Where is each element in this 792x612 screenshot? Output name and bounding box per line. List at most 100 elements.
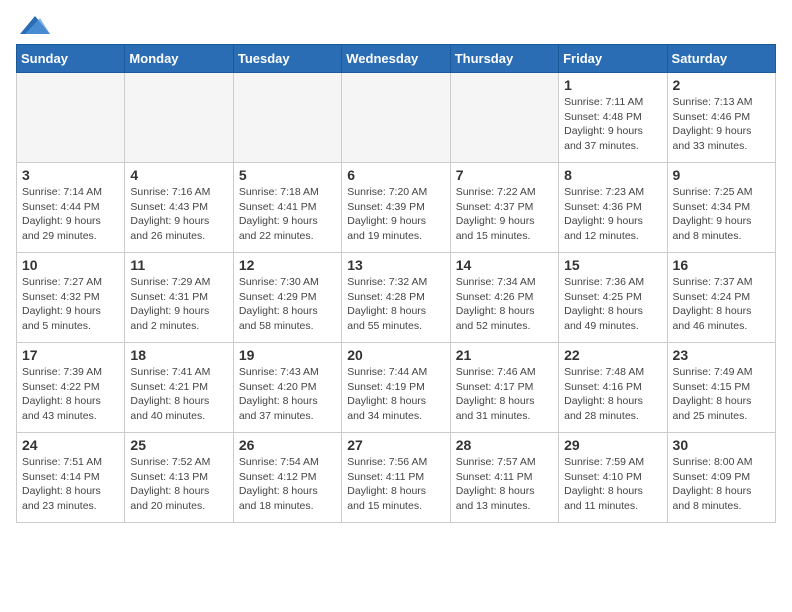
day-number: 21 <box>456 347 553 363</box>
calendar-cell: 8Sunrise: 7:23 AM Sunset: 4:36 PM Daylig… <box>559 163 667 253</box>
day-number: 24 <box>22 437 119 453</box>
weekday-header: Sunday <box>17 45 125 73</box>
calendar-body: 1Sunrise: 7:11 AM Sunset: 4:48 PM Daylig… <box>17 73 776 523</box>
day-number: 3 <box>22 167 119 183</box>
calendar-cell: 25 Sunrise: 7:52 AM Sunset: 4:13 PM Dayli… <box>125 433 233 523</box>
day-number: 14 <box>456 257 553 273</box>
calendar-cell: 3 Sunrise: 7:14 AM Sunset: 4:44 PM Daylig… <box>17 163 125 253</box>
calendar-week-row: 17Sunrise: 7:39 AM Sunset: 4:22 PM Dayli… <box>17 343 776 433</box>
weekday-header: Saturday <box>667 45 775 73</box>
calendar-cell <box>233 73 341 163</box>
day-number: 10 <box>22 257 119 273</box>
calendar-cell: 15Sunrise: 7:36 AM Sunset: 4:25 PM Dayli… <box>559 253 667 343</box>
logo <box>16 16 50 34</box>
day-number: 23 <box>673 347 770 363</box>
day-number: 5 <box>239 167 336 183</box>
day-info: Sunrise: 7:59 AM Sunset: 4:10 PM Dayligh… <box>564 455 661 514</box>
calendar-cell: 12 Sunrise: 7:30 AM Sunset: 4:29 PM Dayli… <box>233 253 341 343</box>
calendar-cell: 27 Sunrise: 7:56 AM Sunset: 4:11 PM Dayli… <box>342 433 450 523</box>
calendar-cell: 20 Sunrise: 7:44 AM Sunset: 4:19 PM Dayli… <box>342 343 450 433</box>
calendar-cell: 16 Sunrise: 7:37 AM Sunset: 4:24 PM Dayli… <box>667 253 775 343</box>
calendar-week-row: 1Sunrise: 7:11 AM Sunset: 4:48 PM Daylig… <box>17 73 776 163</box>
calendar-cell: 5Sunrise: 7:18 AM Sunset: 4:41 PM Daylig… <box>233 163 341 253</box>
day-number: 2 <box>673 77 770 93</box>
day-number: 16 <box>673 257 770 273</box>
day-info: Sunrise: 7:27 AM Sunset: 4:32 PM Dayligh… <box>22 275 119 334</box>
calendar-cell: 23 Sunrise: 7:49 AM Sunset: 4:15 PM Dayli… <box>667 343 775 433</box>
calendar-cell: 21Sunrise: 7:46 AM Sunset: 4:17 PM Dayli… <box>450 343 558 433</box>
weekday-header: Thursday <box>450 45 558 73</box>
day-number: 12 <box>239 257 336 273</box>
calendar-cell: 17Sunrise: 7:39 AM Sunset: 4:22 PM Dayli… <box>17 343 125 433</box>
weekday-header: Monday <box>125 45 233 73</box>
calendar-cell <box>125 73 233 163</box>
day-number: 22 <box>564 347 661 363</box>
day-info: Sunrise: 7:44 AM Sunset: 4:19 PM Dayligh… <box>347 365 444 424</box>
page-header <box>16 16 776 34</box>
calendar-cell: 24 Sunrise: 7:51 AM Sunset: 4:14 PM Dayli… <box>17 433 125 523</box>
day-number: 7 <box>456 167 553 183</box>
day-number: 25 <box>130 437 227 453</box>
day-info: Sunrise: 7:37 AM Sunset: 4:24 PM Dayligh… <box>673 275 770 334</box>
day-number: 4 <box>130 167 227 183</box>
day-number: 29 <box>564 437 661 453</box>
day-number: 17 <box>22 347 119 363</box>
weekday-header: Friday <box>559 45 667 73</box>
logo-icon <box>20 16 50 34</box>
day-info: Sunrise: 7:51 AM Sunset: 4:14 PM Dayligh… <box>22 455 119 514</box>
day-info: Sunrise: 7:54 AM Sunset: 4:12 PM Dayligh… <box>239 455 336 514</box>
day-info: Sunrise: 7:25 AM Sunset: 4:34 PM Dayligh… <box>673 185 770 244</box>
day-info: Sunrise: 7:23 AM Sunset: 4:36 PM Dayligh… <box>564 185 661 244</box>
calendar-week-row: 3 Sunrise: 7:14 AM Sunset: 4:44 PM Daylig… <box>17 163 776 253</box>
day-info: Sunrise: 7:14 AM Sunset: 4:44 PM Dayligh… <box>22 185 119 244</box>
day-info: Sunrise: 7:41 AM Sunset: 4:21 PM Dayligh… <box>130 365 227 424</box>
day-number: 27 <box>347 437 444 453</box>
day-info: Sunrise: 7:48 AM Sunset: 4:16 PM Dayligh… <box>564 365 661 424</box>
day-info: Sunrise: 7:36 AM Sunset: 4:25 PM Dayligh… <box>564 275 661 334</box>
calendar-cell: 14 Sunrise: 7:34 AM Sunset: 4:26 PM Dayli… <box>450 253 558 343</box>
calendar-cell: 1Sunrise: 7:11 AM Sunset: 4:48 PM Daylig… <box>559 73 667 163</box>
calendar-cell: 2 Sunrise: 7:13 AM Sunset: 4:46 PM Daylig… <box>667 73 775 163</box>
day-info: Sunrise: 7:34 AM Sunset: 4:26 PM Dayligh… <box>456 275 553 334</box>
calendar-cell: 26 Sunrise: 7:54 AM Sunset: 4:12 PM Dayli… <box>233 433 341 523</box>
weekday-header: Wednesday <box>342 45 450 73</box>
day-info: Sunrise: 7:22 AM Sunset: 4:37 PM Dayligh… <box>456 185 553 244</box>
calendar-cell: 13 Sunrise: 7:32 AM Sunset: 4:28 PM Dayli… <box>342 253 450 343</box>
day-info: Sunrise: 7:43 AM Sunset: 4:20 PM Dayligh… <box>239 365 336 424</box>
weekday-header: Tuesday <box>233 45 341 73</box>
calendar-cell: 30Sunrise: 8:00 AM Sunset: 4:09 PM Dayli… <box>667 433 775 523</box>
calendar-cell <box>450 73 558 163</box>
calendar-week-row: 24 Sunrise: 7:51 AM Sunset: 4:14 PM Dayli… <box>17 433 776 523</box>
day-number: 11 <box>130 257 227 273</box>
day-info: Sunrise: 7:13 AM Sunset: 4:46 PM Dayligh… <box>673 95 770 154</box>
calendar-cell: 9Sunrise: 7:25 AM Sunset: 4:34 PM Daylig… <box>667 163 775 253</box>
calendar-cell: 4 Sunrise: 7:16 AM Sunset: 4:43 PM Daylig… <box>125 163 233 253</box>
calendar-cell: 10 Sunrise: 7:27 AM Sunset: 4:32 PM Dayli… <box>17 253 125 343</box>
day-info: Sunrise: 7:49 AM Sunset: 4:15 PM Dayligh… <box>673 365 770 424</box>
calendar-cell: 22 Sunrise: 7:48 AM Sunset: 4:16 PM Dayli… <box>559 343 667 433</box>
calendar-cell: 18Sunrise: 7:41 AM Sunset: 4:21 PM Dayli… <box>125 343 233 433</box>
day-info: Sunrise: 7:29 AM Sunset: 4:31 PM Dayligh… <box>130 275 227 334</box>
day-number: 13 <box>347 257 444 273</box>
calendar-cell: 6 Sunrise: 7:20 AM Sunset: 4:39 PM Daylig… <box>342 163 450 253</box>
day-info: Sunrise: 7:57 AM Sunset: 4:11 PM Dayligh… <box>456 455 553 514</box>
calendar-cell: 29 Sunrise: 7:59 AM Sunset: 4:10 PM Dayli… <box>559 433 667 523</box>
day-number: 19 <box>239 347 336 363</box>
day-number: 26 <box>239 437 336 453</box>
day-number: 6 <box>347 167 444 183</box>
calendar-cell <box>342 73 450 163</box>
weekday-header-row: SundayMondayTuesdayWednesdayThursdayFrid… <box>17 45 776 73</box>
day-info: Sunrise: 7:32 AM Sunset: 4:28 PM Dayligh… <box>347 275 444 334</box>
day-info: Sunrise: 7:20 AM Sunset: 4:39 PM Dayligh… <box>347 185 444 244</box>
day-info: Sunrise: 8:00 AM Sunset: 4:09 PM Dayligh… <box>673 455 770 514</box>
day-number: 20 <box>347 347 444 363</box>
day-number: 28 <box>456 437 553 453</box>
calendar-cell: 28 Sunrise: 7:57 AM Sunset: 4:11 PM Dayli… <box>450 433 558 523</box>
day-info: Sunrise: 7:16 AM Sunset: 4:43 PM Dayligh… <box>130 185 227 244</box>
day-info: Sunrise: 7:30 AM Sunset: 4:29 PM Dayligh… <box>239 275 336 334</box>
calendar-week-row: 10 Sunrise: 7:27 AM Sunset: 4:32 PM Dayli… <box>17 253 776 343</box>
calendar-cell: 11 Sunrise: 7:29 AM Sunset: 4:31 PM Dayli… <box>125 253 233 343</box>
day-info: Sunrise: 7:11 AM Sunset: 4:48 PM Dayligh… <box>564 95 661 154</box>
day-info: Sunrise: 7:56 AM Sunset: 4:11 PM Dayligh… <box>347 455 444 514</box>
day-info: Sunrise: 7:52 AM Sunset: 4:13 PM Dayligh… <box>130 455 227 514</box>
